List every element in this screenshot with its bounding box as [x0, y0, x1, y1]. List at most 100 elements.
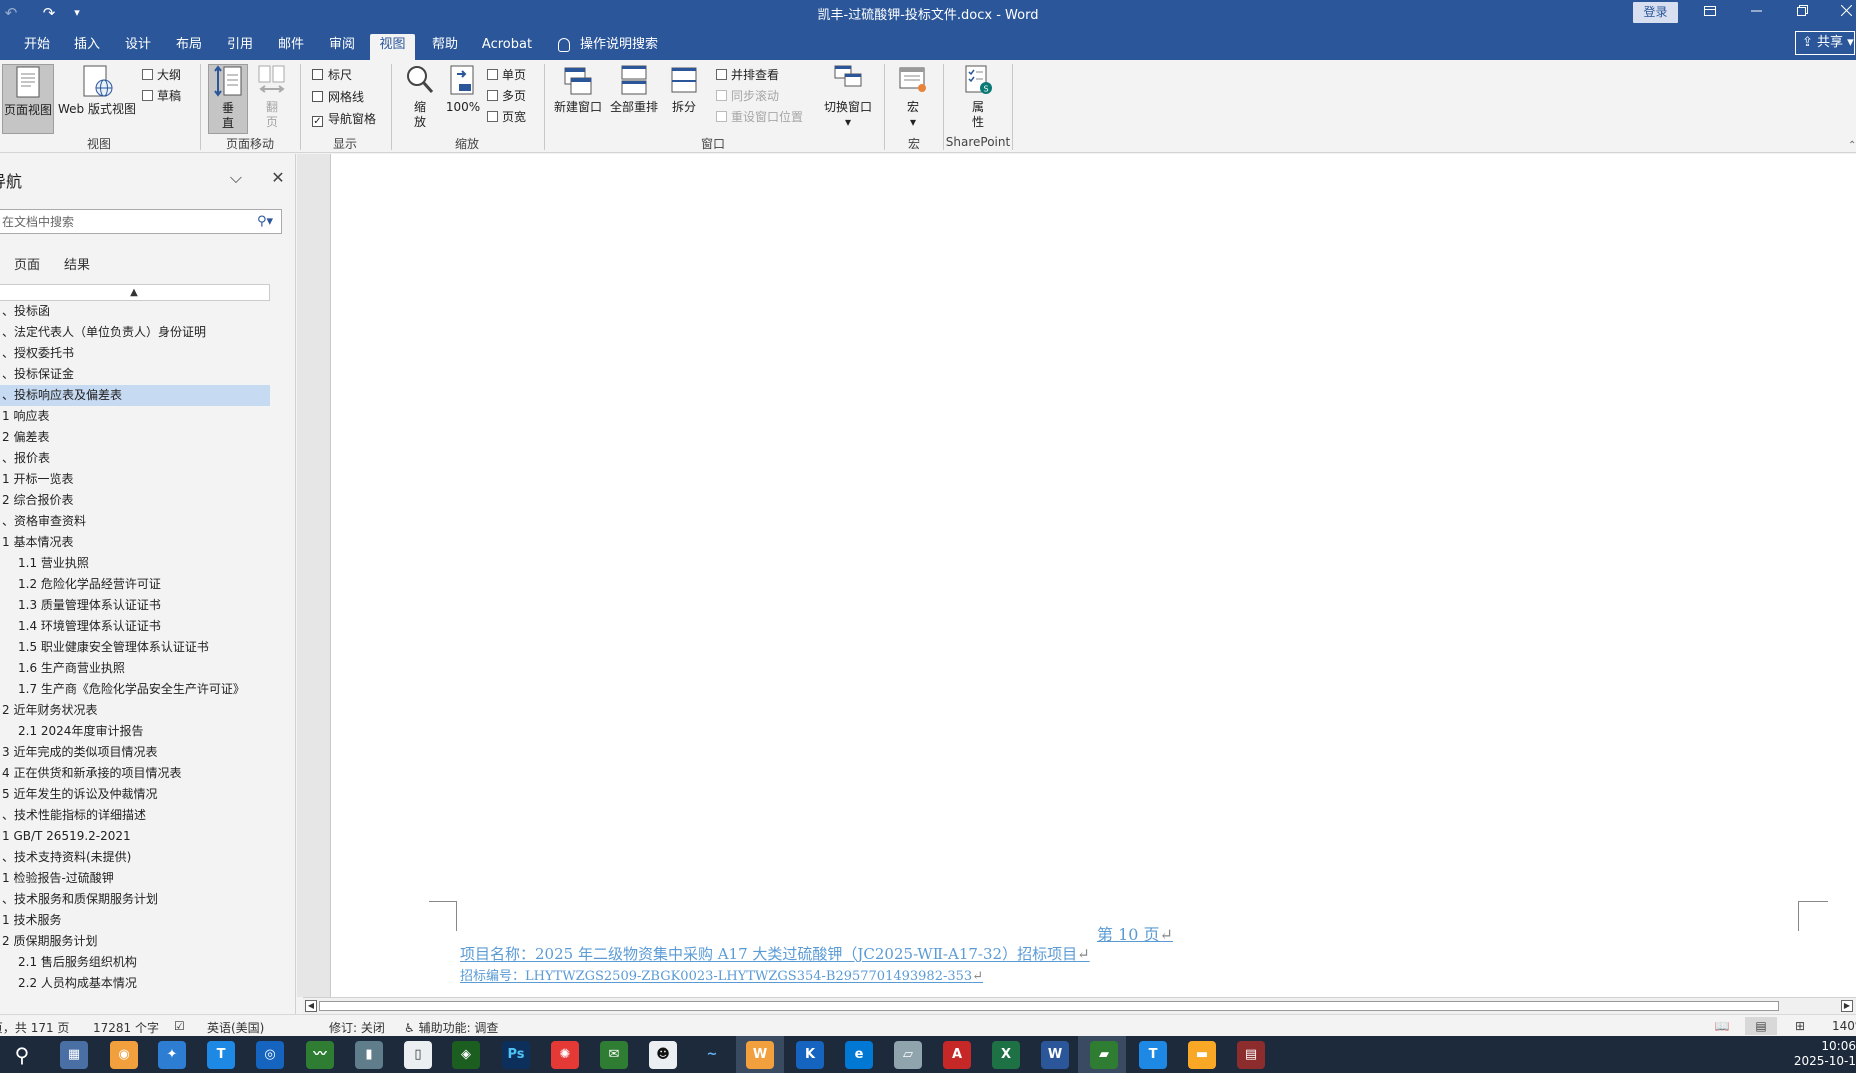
- vertical-page-movement-button[interactable]: 垂直: [208, 64, 248, 134]
- restore-icon[interactable]: [1782, 2, 1822, 24]
- nav-heading-item[interactable]: 、投标响应表及偏差表: [0, 385, 270, 406]
- nav-heading-item[interactable]: 3 近年完成的类似项目情况表: [0, 742, 270, 763]
- qq-icon[interactable]: ☻: [649, 1041, 677, 1069]
- notepad-app-icon[interactable]: ▯: [404, 1041, 432, 1069]
- scroll-right-icon[interactable]: ▶: [1841, 1000, 1853, 1012]
- ribbon-display-options-icon[interactable]: [1690, 2, 1730, 24]
- nav-heading-item[interactable]: 、投标函: [0, 301, 270, 322]
- browser-app-icon[interactable]: ✺: [551, 1041, 579, 1069]
- language-status[interactable]: 英语(美国): [207, 1019, 264, 1036]
- kingsoft-app-icon[interactable]: K: [796, 1041, 824, 1069]
- proofing-icon[interactable]: ☑: [174, 1019, 185, 1033]
- nav-heading-item[interactable]: 、技术支持资料(未提供): [0, 847, 270, 868]
- tencent-meeting-icon[interactable]: T: [1139, 1041, 1167, 1069]
- tab-home[interactable]: 开始: [16, 34, 58, 60]
- print-layout-view-icon[interactable]: ▤: [1745, 1017, 1777, 1035]
- nav-heading-item[interactable]: 2 近年财务状况表: [0, 700, 270, 721]
- multiple-pages-button[interactable]: 多页: [487, 87, 526, 105]
- one-page-button[interactable]: 单页: [487, 66, 526, 84]
- zoom-100-button[interactable]: 100%: [444, 64, 482, 134]
- calculator-app-icon[interactable]: ▦: [60, 1041, 88, 1069]
- draft-view-button[interactable]: 草稿: [142, 87, 181, 105]
- nav-heading-item[interactable]: 1.6 生产商营业执照: [0, 658, 270, 679]
- tab-design[interactable]: 设计: [117, 34, 159, 60]
- nav-search-input[interactable]: [2, 212, 242, 231]
- nav-pane-close-icon[interactable]: ✕: [268, 168, 288, 188]
- page-count-status[interactable]: 第 10 页，共 171 页: [0, 1019, 69, 1036]
- acrobat-icon[interactable]: A: [943, 1041, 971, 1069]
- collapse-ribbon-icon[interactable]: ⌃: [1848, 140, 1856, 151]
- ruler-checkbox[interactable]: 标尺: [312, 66, 352, 84]
- tab-layout[interactable]: 布局: [168, 34, 210, 60]
- document-page[interactable]: 第 10 页↵ 项目名称：2025 年二级物资集中采购 A17 大类过硫酸钾（J…: [330, 154, 1856, 997]
- tab-help[interactable]: 帮助: [424, 34, 466, 60]
- zoom-button[interactable]: 缩放: [398, 64, 442, 134]
- nav-heading-item[interactable]: 、报价表: [0, 448, 270, 469]
- word-count-status[interactable]: 17281 个字: [93, 1019, 159, 1036]
- nav-pane-check-icon[interactable]: ✓: [312, 116, 323, 127]
- tell-me-search[interactable]: 操作说明搜索: [558, 34, 658, 56]
- nav-heading-item[interactable]: 5 近年发生的诉讼及仲裁情况: [0, 784, 270, 805]
- view-side-by-side-button[interactable]: 并排查看: [716, 66, 779, 84]
- winrar-icon[interactable]: ▤: [1237, 1041, 1265, 1069]
- zoom-level-status[interactable]: 140%: [1832, 1019, 1856, 1033]
- new-window-button[interactable]: 新建窗口: [552, 64, 604, 134]
- tab-acrobat[interactable]: Acrobat: [478, 34, 536, 60]
- photoshop-icon[interactable]: Ps: [502, 1041, 530, 1069]
- word-icon[interactable]: W: [1041, 1041, 1069, 1069]
- excel-icon[interactable]: X: [992, 1041, 1020, 1069]
- close-window-icon[interactable]: [1826, 2, 1856, 24]
- scrollbar-thumb[interactable]: [319, 1001, 1779, 1011]
- ruler-check-icon[interactable]: [312, 69, 323, 80]
- nav-heading-item[interactable]: 1 开标一览表: [0, 469, 270, 490]
- nav-heading-item[interactable]: 1.7 生产商《危险化学品安全生产许可证》: [0, 679, 270, 700]
- nav-heading-item[interactable]: 、投标保证金: [0, 364, 270, 385]
- track-changes-status[interactable]: 修订: 关闭: [329, 1019, 385, 1036]
- nav-heading-item[interactable]: 、技术性能指标的详细描述: [0, 805, 270, 826]
- tab-mailings[interactable]: 邮件: [270, 34, 312, 60]
- nav-search-box[interactable]: ⚲▾: [0, 209, 282, 234]
- nav-heading-item[interactable]: 2 综合报价表: [0, 490, 270, 511]
- nav-heading-item[interactable]: 1.5 职业健康安全管理体系认证证书: [0, 637, 270, 658]
- nav-heading-item[interactable]: 、技术服务和质保期服务计划: [0, 889, 270, 910]
- network-app-icon[interactable]: 〰: [306, 1041, 334, 1069]
- gridlines-checkbox[interactable]: 网格线: [312, 88, 364, 106]
- tab-insert[interactable]: 插入: [66, 34, 108, 60]
- nav-heading-item[interactable]: 2.2 人员构成基本情况: [0, 973, 270, 994]
- game-app-icon[interactable]: ✦: [158, 1041, 186, 1069]
- tab-view[interactable]: 视图: [370, 34, 415, 60]
- nav-heading-item[interactable]: 1 响应表: [0, 406, 270, 427]
- print-layout-button[interactable]: 页面视图: [2, 64, 54, 134]
- drink-app-icon[interactable]: ▮: [355, 1041, 383, 1069]
- split-button[interactable]: 拆分: [665, 64, 703, 134]
- nav-heading-item[interactable]: 1 GB/T 26519.2-2021: [0, 826, 270, 847]
- wechat-icon[interactable]: ✉: [600, 1041, 628, 1069]
- system-clock[interactable]: 10:06 2025-10-1: [1790, 1039, 1856, 1069]
- nav-pane-options-icon[interactable]: ⌵: [226, 168, 246, 188]
- gridlines-check-icon[interactable]: [312, 91, 323, 102]
- properties-button[interactable]: S 属性: [958, 64, 998, 134]
- read-mode-icon[interactable]: 📖: [1706, 1017, 1738, 1035]
- edge-browser-icon[interactable]: e: [845, 1041, 873, 1069]
- arrange-all-button[interactable]: 全部重排: [608, 64, 660, 134]
- photos-app-icon[interactable]: ◉: [110, 1041, 138, 1069]
- search-icon[interactable]: ⚲: [8, 1041, 36, 1069]
- messaging-app-icon[interactable]: ◎: [256, 1041, 284, 1069]
- nav-heading-item[interactable]: 、资格审查资料: [0, 511, 270, 532]
- nav-heading-item[interactable]: 2 质保期服务计划: [0, 931, 270, 952]
- file-app-icon[interactable]: ▱: [894, 1041, 922, 1069]
- nav-heading-item[interactable]: 1.3 质量管理体系认证证书: [0, 595, 270, 616]
- macros-button[interactable]: 宏 ▾: [892, 64, 934, 134]
- tab-references[interactable]: 引用: [219, 34, 261, 60]
- nav-heading-item[interactable]: 4 正在供货和新承接的项目情况表: [0, 763, 270, 784]
- minimize-icon[interactable]: [1736, 2, 1776, 24]
- nav-heading-item[interactable]: 1 技术服务: [0, 910, 270, 931]
- reset-window-position-button[interactable]: 重设窗口位置: [716, 108, 803, 126]
- share-button[interactable]: ⇪ 共享 ▾: [1795, 31, 1855, 55]
- accessibility-status[interactable]: ♿ 辅助功能: 调查: [404, 1019, 498, 1036]
- nav-scroll-up-button[interactable]: ▲: [0, 284, 270, 301]
- nav-heading-item[interactable]: 2.1 售后服务组织机构: [0, 952, 270, 973]
- nav-heading-item[interactable]: 2 偏差表: [0, 427, 270, 448]
- page-width-button[interactable]: 页宽: [487, 108, 526, 126]
- terminal-app-icon[interactable]: ◈: [452, 1041, 480, 1069]
